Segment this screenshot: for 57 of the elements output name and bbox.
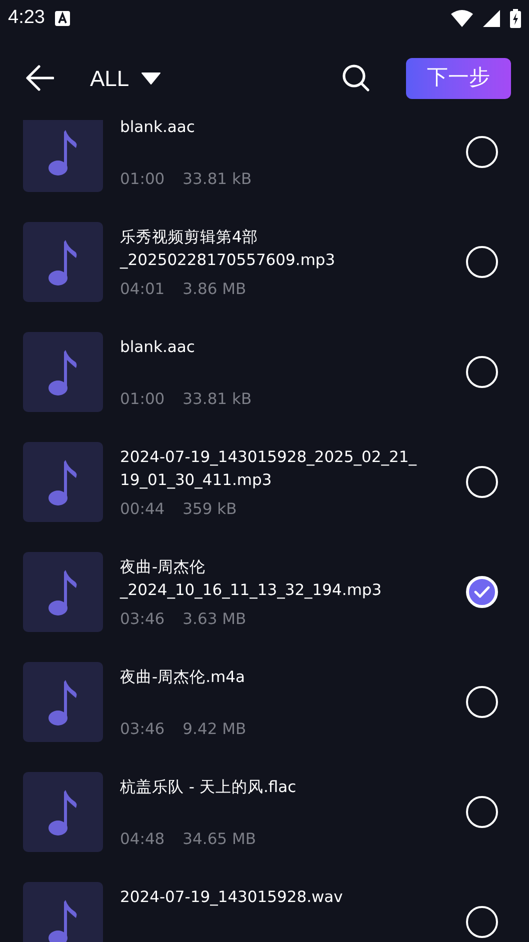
music-note-icon <box>48 458 78 506</box>
file-name: blank.aac <box>120 337 196 358</box>
music-note-icon <box>48 678 78 726</box>
file-duration: 03:46 <box>120 718 165 740</box>
caret-icon <box>141 72 162 84</box>
select-checkbox[interactable] <box>466 576 498 608</box>
select-checkbox[interactable] <box>466 906 498 938</box>
file-row[interactable]: 夜曲-周杰伦 _2024_10_16_11_13_32_194.mp3 03:46 3.63 MB <box>0 537 529 647</box>
battery-icon <box>510 8 521 28</box>
checkmark-icon <box>474 586 490 598</box>
file-row[interactable]: blank.aac 01:00 33.81 kB <box>0 317 529 427</box>
file-size: 33.81 kB <box>182 168 252 190</box>
file-size: 33.81 kB <box>182 388 252 410</box>
select-checkbox[interactable] <box>466 466 498 498</box>
next-button[interactable]: 下一步 <box>406 58 511 98</box>
file-name: 杭盖乐队 - 天上的风.flac <box>120 777 298 798</box>
file-size: 34.65 MB <box>182 828 256 850</box>
file-row[interactable]: blank.aac 01:00 33.81 kB <box>0 120 529 207</box>
file-duration: 01:00 <box>120 388 165 410</box>
select-checkbox[interactable] <box>466 246 498 278</box>
select-checkbox[interactable] <box>466 686 498 718</box>
file-name: 2024-07-19_143015928_2025_02_21_ 19_01_30_411.mp3 <box>120 447 418 491</box>
music-note-icon <box>48 568 78 616</box>
select-checkbox[interactable] <box>466 356 498 388</box>
file-name: blank.aac <box>120 120 196 138</box>
file-row[interactable]: 夜曲-周杰伦.m4a 03:46 9.42 MB <box>0 647 529 757</box>
file-name: 夜曲-周杰伦 _2024_10_16_11_13_32_194.mp3 <box>120 557 383 601</box>
signal-icon <box>483 10 500 26</box>
filter-dropdown[interactable]: ALL <box>90 62 162 94</box>
file-row[interactable]: 杭盖乐队 - 天上的风.flac 04:48 34.65 MB <box>0 757 529 867</box>
music-note-icon <box>48 128 78 176</box>
file-name: 2024-07-19_143015928.wav <box>120 887 344 908</box>
file-size: 3.63 MB <box>182 608 246 630</box>
back-arrow-icon[interactable] <box>26 65 54 91</box>
file-row[interactable]: 2024-07-19_143015928.wav <box>0 867 529 942</box>
file-row[interactable]: 2024-07-19_143015928_2025_02_21_ 19_01_30_411.mp3 00:44 359 kB <box>0 427 529 537</box>
file-duration: 04:01 <box>120 278 165 300</box>
music-note-icon <box>48 348 78 396</box>
music-note-icon <box>48 898 78 942</box>
search-icon[interactable] <box>342 64 370 92</box>
file-duration: 01:00 <box>120 168 165 190</box>
file-name: 乐秀视频剪辑第4部 _20250228170557609.mp3 <box>120 227 336 271</box>
file-duration: 04:48 <box>120 828 165 850</box>
file-size: 3.86 MB <box>182 278 246 300</box>
file-row[interactable]: 乐秀视频剪辑第4部 _20250228170557609.mp3 04:01 3.86 MB <box>0 207 529 317</box>
file-duration: 00:44 <box>120 498 165 520</box>
music-note-icon <box>48 788 78 836</box>
wifi-icon <box>451 10 473 26</box>
music-note-icon <box>48 238 78 286</box>
status-time: 4:23 <box>8 6 45 30</box>
file-size: 9.42 MB <box>182 718 246 740</box>
file-size: 359 kB <box>182 498 237 520</box>
select-checkbox[interactable] <box>466 136 498 168</box>
file-duration: 03:46 <box>120 608 165 630</box>
file-name: 夜曲-周杰伦.m4a <box>120 667 246 688</box>
select-checkbox[interactable] <box>466 796 498 828</box>
keyboard-icon <box>54 10 70 26</box>
